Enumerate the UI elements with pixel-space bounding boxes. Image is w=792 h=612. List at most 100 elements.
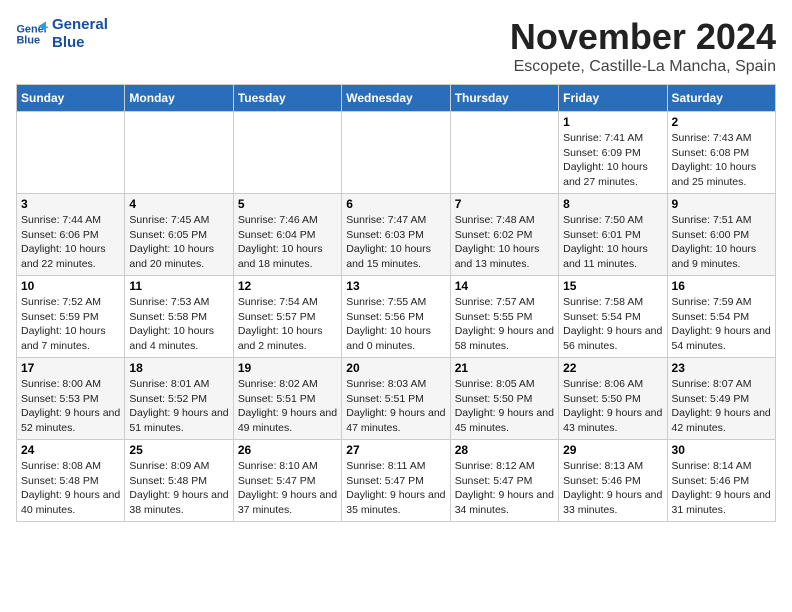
calendar-week-row: 17 Sunrise: 8:00 AM Sunset: 5:53 PM Dayli…: [17, 358, 776, 440]
calendar-cell: 16Sunrise: 7:59 AM Sunset: 5:54 PM Dayli…: [667, 276, 775, 358]
day-number: 28: [455, 443, 554, 457]
calendar-cell: 28 Sunrise: 8:12 AM Sunset: 5:47 PM Dayli…: [450, 440, 558, 522]
calendar-cell: 8 Sunrise: 7:50 AM Sunset: 6:01 PM Daylig…: [559, 194, 667, 276]
day-info: Sunrise: 8:00 AM Sunset: 5:53 PM Dayligh…: [21, 377, 120, 436]
calendar-cell: 24 Sunrise: 8:08 AM Sunset: 5:48 PM Dayli…: [17, 440, 125, 522]
month-title: November 2024: [510, 16, 776, 58]
weekday-header-cell: Friday: [559, 85, 667, 112]
calendar-cell: [450, 112, 558, 194]
weekday-header-cell: Wednesday: [342, 85, 450, 112]
calendar-cell: [125, 112, 233, 194]
day-info: Sunrise: 7:57 AM Sunset: 5:55 PM Dayligh…: [455, 295, 554, 354]
day-number: 8: [563, 197, 662, 211]
logo-line2: Blue: [52, 34, 85, 51]
day-info: Sunrise: 7:58 AM Sunset: 5:54 PM Dayligh…: [563, 295, 662, 354]
day-number: 30: [672, 443, 771, 457]
weekday-header-cell: Saturday: [667, 85, 775, 112]
day-info: Sunrise: 8:10 AM Sunset: 5:47 PM Dayligh…: [238, 459, 337, 518]
day-number: 7: [455, 197, 554, 211]
day-info: Sunrise: 7:55 AM Sunset: 5:56 PM Dayligh…: [346, 295, 445, 354]
calendar-week-row: 24 Sunrise: 8:08 AM Sunset: 5:48 PM Dayli…: [17, 440, 776, 522]
day-number: 3: [21, 197, 120, 211]
day-info: Sunrise: 7:52 AM Sunset: 5:59 PM Dayligh…: [21, 295, 120, 354]
day-number: 20: [346, 361, 445, 375]
day-number: 12: [238, 279, 337, 293]
calendar-cell: 30 Sunrise: 8:14 AM Sunset: 5:46 PM Dayli…: [667, 440, 775, 522]
day-number: 10: [21, 279, 120, 293]
day-info: Sunrise: 8:09 AM Sunset: 5:48 PM Dayligh…: [129, 459, 228, 518]
calendar-cell: [233, 112, 341, 194]
calendar-cell: [17, 112, 125, 194]
day-info: Sunrise: 8:12 AM Sunset: 5:47 PM Dayligh…: [455, 459, 554, 518]
calendar-table: SundayMondayTuesdayWednesdayThursdayFrid…: [16, 84, 776, 522]
day-info: Sunrise: 8:11 AM Sunset: 5:47 PM Dayligh…: [346, 459, 445, 518]
weekday-header-cell: Sunday: [17, 85, 125, 112]
logo-line1: General: [52, 16, 108, 33]
day-number: 15: [563, 279, 662, 293]
calendar-cell: 10 Sunrise: 7:52 AM Sunset: 5:59 PM Dayli…: [17, 276, 125, 358]
day-info: Sunrise: 8:05 AM Sunset: 5:50 PM Dayligh…: [455, 377, 554, 436]
day-number: 4: [129, 197, 228, 211]
calendar-cell: 27 Sunrise: 8:11 AM Sunset: 5:47 PM Dayli…: [342, 440, 450, 522]
day-info: Sunrise: 7:44 AM Sunset: 6:06 PM Dayligh…: [21, 213, 120, 272]
day-info: Sunrise: 7:50 AM Sunset: 6:01 PM Dayligh…: [563, 213, 662, 272]
calendar-cell: 17 Sunrise: 8:00 AM Sunset: 5:53 PM Dayli…: [17, 358, 125, 440]
day-info: Sunrise: 7:51 AM Sunset: 6:00 PM Dayligh…: [672, 213, 771, 272]
calendar-cell: 4Sunrise: 7:45 AM Sunset: 6:05 PM Daylig…: [125, 194, 233, 276]
calendar-cell: 20 Sunrise: 8:03 AM Sunset: 5:51 PM Dayli…: [342, 358, 450, 440]
calendar-body: 1 Sunrise: 7:41 AM Sunset: 6:09 PM Daylig…: [17, 112, 776, 522]
calendar-cell: 9 Sunrise: 7:51 AM Sunset: 6:00 PM Daylig…: [667, 194, 775, 276]
day-number: 6: [346, 197, 445, 211]
calendar-cell: 29 Sunrise: 8:13 AM Sunset: 5:46 PM Dayli…: [559, 440, 667, 522]
weekday-header-row: SundayMondayTuesdayWednesdayThursdayFrid…: [17, 85, 776, 112]
day-number: 5: [238, 197, 337, 211]
day-number: 11: [129, 279, 228, 293]
calendar-cell: 19Sunrise: 8:02 AM Sunset: 5:51 PM Dayli…: [233, 358, 341, 440]
day-number: 2: [672, 115, 771, 129]
calendar-cell: 2 Sunrise: 7:43 AM Sunset: 6:08 PM Daylig…: [667, 112, 775, 194]
logo: General Blue General Blue: [16, 16, 108, 52]
calendar-cell: [342, 112, 450, 194]
day-info: Sunrise: 7:47 AM Sunset: 6:03 PM Dayligh…: [346, 213, 445, 272]
calendar-cell: 25Sunrise: 8:09 AM Sunset: 5:48 PM Dayli…: [125, 440, 233, 522]
day-info: Sunrise: 7:48 AM Sunset: 6:02 PM Dayligh…: [455, 213, 554, 272]
day-info: Sunrise: 8:08 AM Sunset: 5:48 PM Dayligh…: [21, 459, 120, 518]
calendar-cell: 15 Sunrise: 7:58 AM Sunset: 5:54 PM Dayli…: [559, 276, 667, 358]
day-info: Sunrise: 7:54 AM Sunset: 5:57 PM Dayligh…: [238, 295, 337, 354]
day-info: Sunrise: 8:07 AM Sunset: 5:49 PM Dayligh…: [672, 377, 771, 436]
calendar-cell: 23Sunrise: 8:07 AM Sunset: 5:49 PM Dayli…: [667, 358, 775, 440]
day-number: 27: [346, 443, 445, 457]
day-number: 9: [672, 197, 771, 211]
calendar-cell: 1 Sunrise: 7:41 AM Sunset: 6:09 PM Daylig…: [559, 112, 667, 194]
day-info: Sunrise: 7:43 AM Sunset: 6:08 PM Dayligh…: [672, 131, 771, 190]
calendar-cell: 13 Sunrise: 7:55 AM Sunset: 5:56 PM Dayli…: [342, 276, 450, 358]
day-number: 24: [21, 443, 120, 457]
day-number: 29: [563, 443, 662, 457]
header: General Blue General Blue November 2024 …: [16, 16, 776, 76]
day-number: 1: [563, 115, 662, 129]
weekday-header-cell: Tuesday: [233, 85, 341, 112]
day-number: 18: [129, 361, 228, 375]
calendar-cell: 11 Sunrise: 7:53 AM Sunset: 5:58 PM Dayli…: [125, 276, 233, 358]
day-number: 14: [455, 279, 554, 293]
day-info: Sunrise: 8:13 AM Sunset: 5:46 PM Dayligh…: [563, 459, 662, 518]
day-info: Sunrise: 7:53 AM Sunset: 5:58 PM Dayligh…: [129, 295, 228, 354]
day-number: 19: [238, 361, 337, 375]
day-info: Sunrise: 8:03 AM Sunset: 5:51 PM Dayligh…: [346, 377, 445, 436]
day-info: Sunrise: 8:01 AM Sunset: 5:52 PM Dayligh…: [129, 377, 228, 436]
logo-icon: General Blue: [16, 20, 48, 48]
calendar-cell: 7 Sunrise: 7:48 AM Sunset: 6:02 PM Daylig…: [450, 194, 558, 276]
day-info: Sunrise: 8:14 AM Sunset: 5:46 PM Dayligh…: [672, 459, 771, 518]
day-info: Sunrise: 7:59 AM Sunset: 5:54 PM Dayligh…: [672, 295, 771, 354]
day-number: 13: [346, 279, 445, 293]
calendar-cell: 3 Sunrise: 7:44 AM Sunset: 6:06 PM Daylig…: [17, 194, 125, 276]
location-title: Escopete, Castille-La Mancha, Spain: [510, 58, 776, 76]
calendar-cell: 18 Sunrise: 8:01 AM Sunset: 5:52 PM Dayli…: [125, 358, 233, 440]
day-number: 17: [21, 361, 120, 375]
weekday-header-cell: Monday: [125, 85, 233, 112]
day-number: 22: [563, 361, 662, 375]
title-area: November 2024 Escopete, Castille-La Manc…: [510, 16, 776, 76]
day-info: Sunrise: 7:41 AM Sunset: 6:09 PM Dayligh…: [563, 131, 662, 190]
day-info: Sunrise: 8:06 AM Sunset: 5:50 PM Dayligh…: [563, 377, 662, 436]
weekday-header-cell: Thursday: [450, 85, 558, 112]
